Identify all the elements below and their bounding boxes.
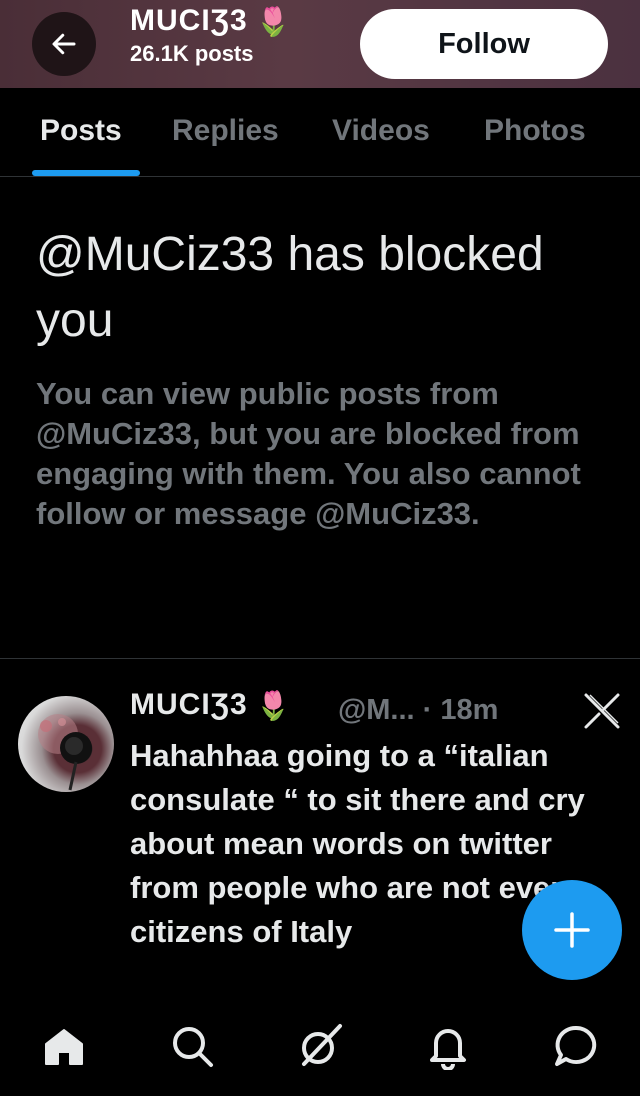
messages-icon[interactable] xyxy=(552,1022,600,1070)
tab-posts[interactable]: Posts xyxy=(40,114,122,148)
search-icon[interactable] xyxy=(168,1022,216,1070)
active-tab-indicator xyxy=(32,170,140,176)
post-author-name-text: MUCIƷ3 xyxy=(130,688,248,721)
post-author-name[interactable]: MUCIƷ3 🌷 xyxy=(130,688,292,722)
tulip-emoji: 🌷 xyxy=(255,689,292,721)
compose-button[interactable] xyxy=(522,880,622,980)
divider xyxy=(0,658,640,659)
back-button[interactable] xyxy=(32,12,96,76)
grok-icon[interactable] xyxy=(582,692,622,730)
avatar-rose-image xyxy=(38,714,92,791)
bottom-nav xyxy=(0,1000,640,1096)
profile-name: MUCIƷ3 🌷 xyxy=(130,4,292,38)
notifications-icon[interactable] xyxy=(424,1022,472,1070)
home-icon[interactable] xyxy=(40,1022,88,1070)
tab-photos[interactable]: Photos xyxy=(484,114,586,148)
post-handle-time[interactable]: @M... · 18m xyxy=(338,694,498,727)
tulip-emoji: 🌷 xyxy=(255,5,292,37)
follow-button[interactable]: Follow xyxy=(360,9,608,79)
plus-icon xyxy=(554,912,590,948)
post-count: 26.1K posts xyxy=(130,41,254,66)
profile-name-text: MUCIƷ3 xyxy=(130,4,248,37)
profile-header: MUCIƷ3 🌷 26.1K posts Follow xyxy=(0,0,640,88)
tab-videos[interactable]: Videos xyxy=(332,114,430,148)
avatar[interactable] xyxy=(18,696,114,792)
grok-nav-icon[interactable] xyxy=(296,1022,344,1070)
arrow-left-icon xyxy=(52,33,76,55)
blocked-title: @MuCiz33 has blocked you xyxy=(36,228,544,347)
tab-replies[interactable]: Replies xyxy=(172,114,279,148)
profile-tabs: Posts Replies Videos Photos xyxy=(0,88,640,177)
blocked-description: You can view public posts from @MuCiz33,… xyxy=(36,376,581,531)
